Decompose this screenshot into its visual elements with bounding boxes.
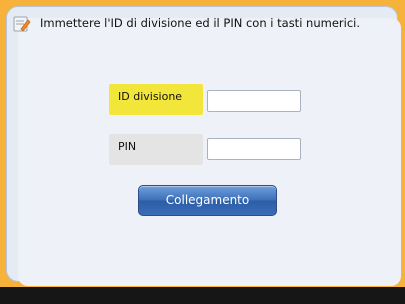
login-screen: Immettere l'ID di divisione ed il PIN co…	[0, 0, 405, 304]
info-edit-icon	[13, 16, 31, 32]
instruction-message: Immettere l'ID di divisione ed il PIN co…	[40, 16, 360, 30]
status-bar	[0, 287, 405, 304]
division-id-label[interactable]: ID divisione	[109, 84, 203, 115]
pin-label[interactable]: PIN	[109, 134, 203, 165]
login-button[interactable]: Collegamento	[138, 185, 277, 216]
division-id-field[interactable]	[207, 90, 301, 112]
pin-field[interactable]	[207, 138, 301, 160]
